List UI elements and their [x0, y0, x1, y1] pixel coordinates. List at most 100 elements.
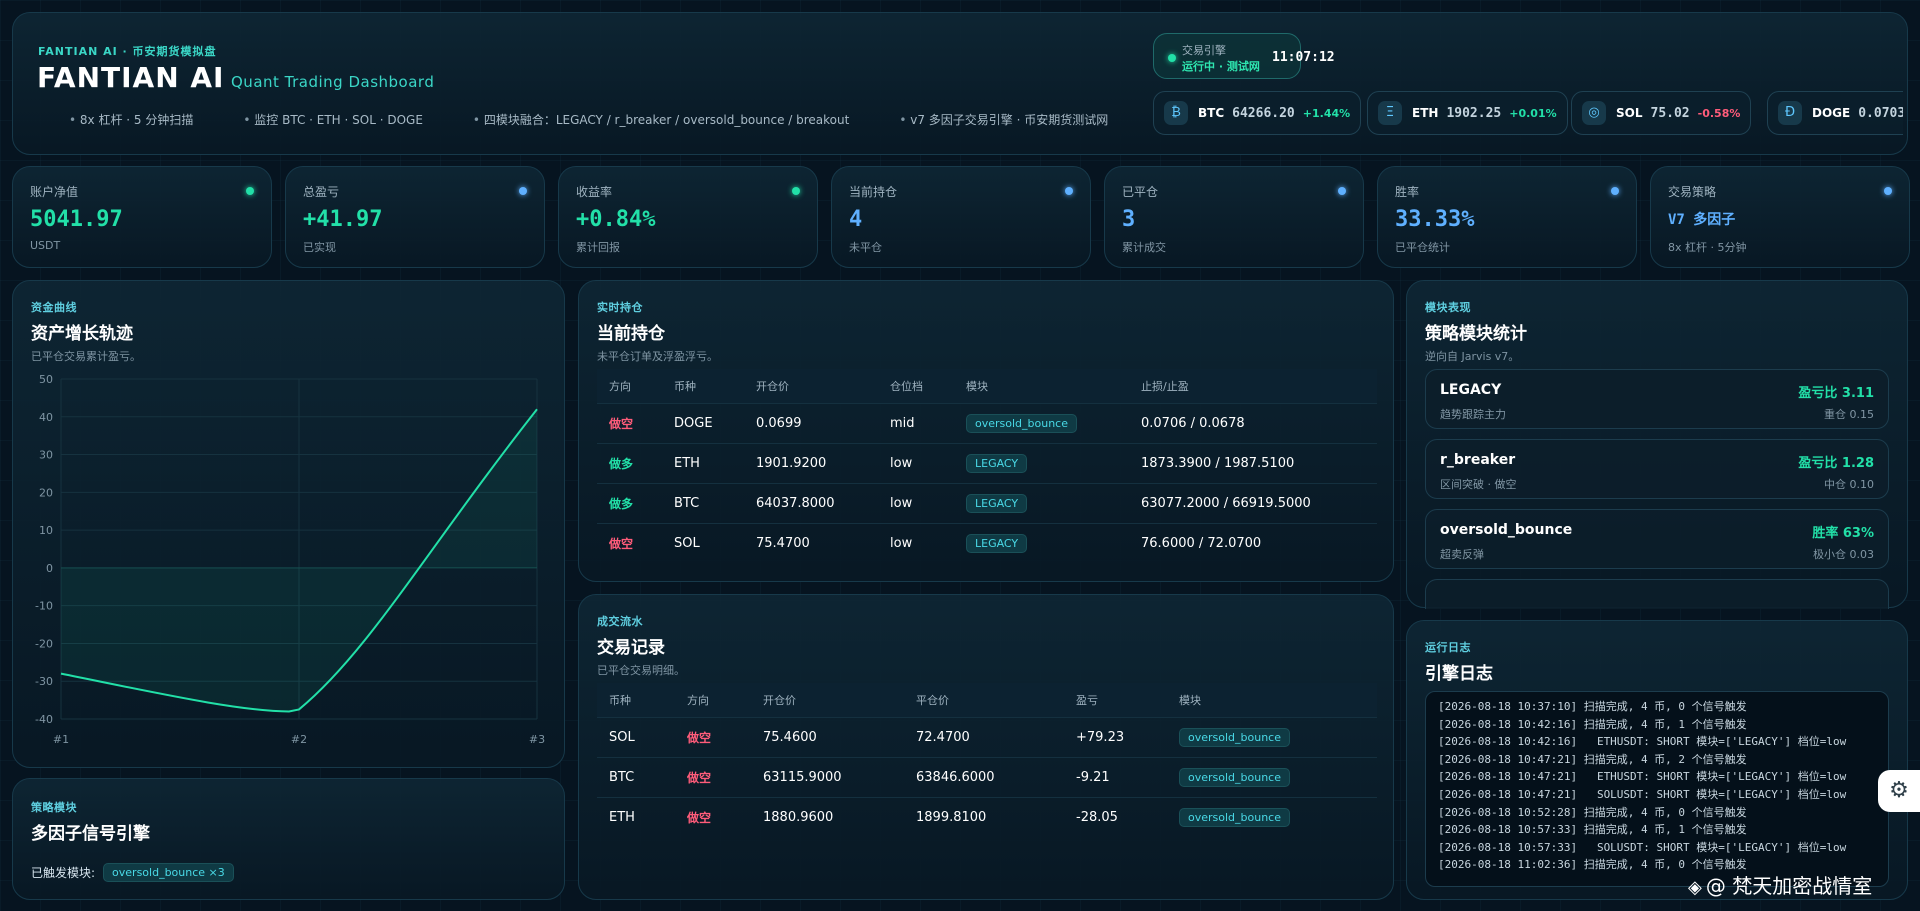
- positions-table: 方向 币种 开仓价 仓位档 模块 止损/止盈 做空 DOGE 0.0699 mid ov…: [597, 369, 1377, 563]
- log-line: [2026-08-18 10:42:16] ETHUSDT: SHORT 模块=…: [1438, 735, 1847, 749]
- panel-subtitle: 已平仓交易累计盈亏。: [31, 350, 141, 363]
- column-header: 盈亏: [1064, 683, 1167, 717]
- module-name: r_breaker: [1440, 452, 1516, 468]
- engine-label: 交易引擎: [1182, 44, 1226, 57]
- log-console[interactable]: [2026-08-18 10:37:10] 扫描完成, 4 币, 0 个信号触发…: [1425, 691, 1889, 887]
- status-dot-icon: [1065, 187, 1073, 195]
- ticker-price: 75.02: [1650, 105, 1690, 121]
- tier-cell: low: [878, 442, 954, 483]
- module-chip: oversold_bounce: [1179, 807, 1291, 827]
- module-card[interactable]: r_breaker 区间突破 · 做空 盈亏比 1.28 中仓 0.10: [1425, 439, 1889, 499]
- brand-title: FANTIAN AI: [37, 61, 225, 94]
- x-tick-label: #2: [291, 733, 307, 746]
- panel-subtitle: 已平仓交易明细。: [597, 664, 685, 677]
- table-row[interactable]: 做多 BTC 64037.8000 low LEGACY 63077.2000 / 669…: [597, 482, 1377, 523]
- gear-icon[interactable]: ⚙: [1878, 770, 1920, 812]
- module-name: oversold_bounce: [1440, 522, 1573, 538]
- entry-cell: 75.4600: [751, 716, 904, 757]
- module-desc: 趋势跟踪主力: [1440, 408, 1506, 421]
- stat-value: V7 多因子: [1668, 212, 1736, 228]
- stat-card: 总盈亏 +41.97 已实现: [285, 166, 545, 268]
- module-card[interactable]: oversold_bounce 超卖反弹 胜率 63% 极小仓 0.03: [1425, 509, 1889, 569]
- side-label: 做多: [609, 496, 634, 511]
- side-label: 做空: [609, 416, 634, 431]
- ticker-btc[interactable]: ₿ BTC 64266.20 +1.44%: [1153, 91, 1362, 135]
- status-dot-icon: [1884, 187, 1892, 195]
- column-header: 开仓价: [744, 369, 878, 403]
- trades-table: 币种 方向 开仓价 平仓价 盈亏 模块 SOL 做空 75.4600 72.4700 +…: [597, 683, 1377, 837]
- feature-tag: 四模块融合：LEGACY / r_breaker / oversold_boun…: [473, 111, 850, 128]
- ticker-sol[interactable]: ◎ SOL 75.02 -0.58%: [1571, 91, 1752, 135]
- module-chip: LEGACY: [966, 453, 1028, 473]
- y-tick-label: 30: [39, 449, 53, 462]
- pnl-cell: +79.23: [1064, 716, 1167, 757]
- brand-subtitle: FANTIAN AI · 币安期货模拟盘: [38, 45, 217, 58]
- engine-status: 运行中 · 测试网: [1182, 60, 1260, 73]
- stat-value: 33.33%: [1395, 207, 1475, 232]
- triggered-modules: 已触发模块: oversold_bounce ×3: [31, 863, 234, 882]
- stat-card: 胜率 33.33% 已平仓统计: [1377, 166, 1637, 268]
- stat-label: 当前持仓: [849, 185, 898, 199]
- module-desc: 区间突破 · 做空: [1440, 478, 1517, 491]
- column-header: 仓位档: [878, 369, 954, 403]
- table-row[interactable]: 做空 SOL 75.4700 low LEGACY 76.6000 / 72.0700: [597, 522, 1377, 563]
- side-label: 做空: [687, 810, 712, 825]
- panel-title: 资产增长轨迹: [31, 324, 133, 344]
- stat-card: 当前持仓 4 未平仓: [831, 166, 1091, 268]
- table-row[interactable]: 做空 DOGE 0.0699 mid oversold_bounce 0.0706 / 0…: [597, 402, 1377, 443]
- stat-card: 账户净值 5041.97 USDT: [12, 166, 272, 268]
- sltp-cell: 1873.3900 / 1987.5100: [1129, 442, 1377, 483]
- stat-value: +41.97: [303, 207, 383, 232]
- ticker-doge[interactable]: Ð DOGE 0.07035: [1767, 91, 1903, 135]
- coin-cell: BTC: [662, 482, 744, 523]
- ticker-change: -0.58%: [1697, 106, 1741, 120]
- status-dot-icon: [519, 187, 527, 195]
- watermark-text: @ 梵天加密战情室: [1705, 874, 1873, 898]
- coin-cell: SOL: [597, 716, 675, 757]
- side-label: 做空: [687, 730, 712, 745]
- brand-tagline: Quant Trading Dashboard: [231, 73, 435, 91]
- y-tick-label: 10: [39, 524, 53, 537]
- column-header: 模块: [954, 369, 1129, 403]
- table-row[interactable]: 做多 ETH 1901.9200 low LEGACY 1873.3900 / 1987.…: [597, 442, 1377, 483]
- pnl-cell: -9.21: [1064, 756, 1167, 797]
- side-label: 做多: [609, 456, 634, 471]
- tier-cell: mid: [878, 402, 954, 443]
- ticker-symbol: SOL: [1616, 106, 1643, 120]
- ticker-symbol: BTC: [1198, 106, 1225, 120]
- ticker-eth[interactable]: Ξ ETH 1902.25 +0.01%: [1367, 91, 1568, 135]
- stat-card: 交易策略 V7 多因子 8x 杠杆 · 5分钟: [1650, 166, 1910, 268]
- ticker-symbol: DOGE: [1812, 106, 1851, 120]
- sol-icon: ◎: [1582, 101, 1606, 125]
- signal-engine-panel: 策略模块 多因子信号引擎 已触发模块: oversold_bounce ×3: [12, 778, 565, 900]
- x-tick-label: #1: [53, 733, 69, 746]
- module-chip: oversold_bounce: [966, 413, 1078, 433]
- module-chip: LEGACY: [966, 493, 1028, 513]
- stat-sub: 未平仓: [849, 241, 882, 254]
- module-card[interactable]: LEGACY 趋势跟踪主力 盈亏比 3.11 重仓 0.15: [1425, 369, 1889, 429]
- ticker-price: 64266.20: [1232, 105, 1295, 121]
- log-line: [2026-08-18 10:47:21] ETHUSDT: SHORT 模块=…: [1438, 770, 1847, 784]
- exit-cell: 1899.8100: [904, 796, 1064, 837]
- pnl-cell: -28.05: [1064, 796, 1167, 837]
- positions-panel: 实时持仓 当前持仓 未平仓订单及浮盈浮亏。 方向 币种 开仓价 仓位档 模块 止…: [578, 280, 1394, 582]
- module-chip: LEGACY: [966, 533, 1028, 553]
- stat-label: 已平仓: [1122, 185, 1159, 199]
- log-line: [2026-08-18 10:42:16] 扫描完成, 4 币, 1 个信号触发: [1438, 717, 1747, 731]
- log-line: [2026-08-18 10:47:21] 扫描完成, 4 币, 2 个信号触发: [1438, 752, 1747, 766]
- stat-sub: 累计回报: [576, 241, 620, 254]
- eth-icon: Ξ: [1378, 101, 1402, 125]
- table-row[interactable]: ETH 做空 1880.9600 1899.8100 -28.05 oversold_bo…: [597, 796, 1377, 837]
- status-dot-icon: [792, 187, 800, 195]
- table-row[interactable]: BTC 做空 63115.9000 63846.6000 -9.21 oversold_b…: [597, 756, 1377, 797]
- log-line: [2026-08-18 10:37:10] 扫描完成, 4 币, 0 个信号触发: [1438, 700, 1747, 713]
- panel-title: 当前持仓: [597, 324, 665, 344]
- module-chip: oversold_bounce: [1179, 727, 1291, 747]
- coin-cell: SOL: [662, 522, 744, 563]
- exit-cell: 63846.6000: [904, 756, 1064, 797]
- module-stats-panel: 模块表现 策略模块统计 逆向自 Jarvis v7。 LEGACY 趋势跟踪主力盈…: [1406, 280, 1908, 609]
- module-name: LEGACY: [1440, 382, 1502, 398]
- log-line: [2026-08-18 10:47:21] SOLUSDT: SHORT 模块=…: [1438, 787, 1847, 801]
- table-row[interactable]: SOL 做空 75.4600 72.4700 +79.23 oversold_bounce: [597, 716, 1377, 757]
- coin-cell: BTC: [597, 756, 675, 797]
